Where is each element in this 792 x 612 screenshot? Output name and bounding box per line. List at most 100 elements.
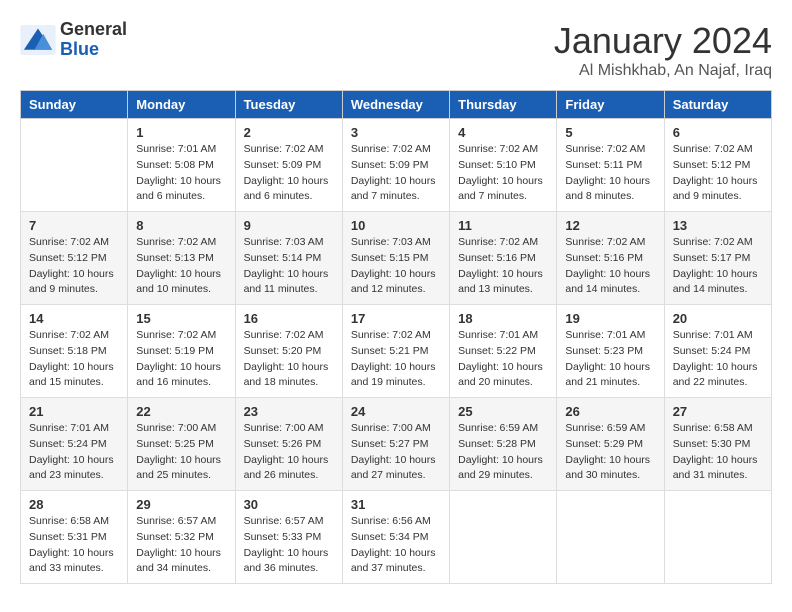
column-header-monday: Monday <box>128 91 235 119</box>
week-row-1: 1Sunrise: 7:01 AMSunset: 5:08 PMDaylight… <box>21 119 772 212</box>
day-cell: 26Sunrise: 6:59 AMSunset: 5:29 PMDayligh… <box>557 398 664 491</box>
day-number: 12 <box>565 218 655 233</box>
day-info: Sunrise: 7:02 AMSunset: 5:10 PMDaylight:… <box>458 142 548 205</box>
day-number: 14 <box>29 311 119 326</box>
day-number: 20 <box>673 311 763 326</box>
day-number: 16 <box>244 311 334 326</box>
day-number: 5 <box>565 125 655 140</box>
day-cell <box>21 119 128 212</box>
day-cell: 16Sunrise: 7:02 AMSunset: 5:20 PMDayligh… <box>235 305 342 398</box>
day-info: Sunrise: 6:59 AMSunset: 5:29 PMDaylight:… <box>565 421 655 484</box>
week-row-3: 14Sunrise: 7:02 AMSunset: 5:18 PMDayligh… <box>21 305 772 398</box>
week-row-5: 28Sunrise: 6:58 AMSunset: 5:31 PMDayligh… <box>21 491 772 584</box>
day-cell: 12 Sunrise: 7:02 AMSunset: 5:16 PMDayligh… <box>557 212 664 305</box>
day-info: Sunrise: 6:58 AMSunset: 5:31 PMDaylight:… <box>29 514 119 577</box>
day-cell: 14Sunrise: 7:02 AMSunset: 5:18 PMDayligh… <box>21 305 128 398</box>
day-cell: 18 Sunrise: 7:01 AMSunset: 5:22 PMDayligh… <box>450 305 557 398</box>
day-info: Sunrise: 6:59 AMSunset: 5:28 PMDaylight:… <box>458 421 548 484</box>
day-cell: 25 Sunrise: 6:59 AMSunset: 5:28 PMDayligh… <box>450 398 557 491</box>
day-cell: 29 Sunrise: 6:57 AMSunset: 5:32 PMDayligh… <box>128 491 235 584</box>
day-info: Sunrise: 7:00 AMSunset: 5:26 PMDaylight:… <box>244 421 334 484</box>
day-cell: 30Sunrise: 6:57 AMSunset: 5:33 PMDayligh… <box>235 491 342 584</box>
day-cell <box>557 491 664 584</box>
day-cell: 11 Sunrise: 7:02 AMSunset: 5:16 PMDayligh… <box>450 212 557 305</box>
column-header-tuesday: Tuesday <box>235 91 342 119</box>
day-cell: 19Sunrise: 7:01 AMSunset: 5:23 PMDayligh… <box>557 305 664 398</box>
day-number: 3 <box>351 125 441 140</box>
column-header-thursday: Thursday <box>450 91 557 119</box>
day-cell: 10 Sunrise: 7:03 AMSunset: 5:15 PMDayligh… <box>342 212 449 305</box>
day-cell: 27Sunrise: 6:58 AMSunset: 5:30 PMDayligh… <box>664 398 771 491</box>
day-cell: 6 Sunrise: 7:02 AMSunset: 5:12 PMDaylight… <box>664 119 771 212</box>
location-subtitle: Al Mishkhab, An Najaf, Iraq <box>554 62 772 80</box>
day-info: Sunrise: 7:00 AMSunset: 5:25 PMDaylight:… <box>136 421 226 484</box>
calendar-header-row: SundayMondayTuesdayWednesdayThursdayFrid… <box>21 91 772 119</box>
day-info: Sunrise: 6:56 AMSunset: 5:34 PMDaylight:… <box>351 514 441 577</box>
day-cell: 1Sunrise: 7:01 AMSunset: 5:08 PMDaylight… <box>128 119 235 212</box>
day-number: 31 <box>351 497 441 512</box>
day-cell: 17 Sunrise: 7:02 AMSunset: 5:21 PMDayligh… <box>342 305 449 398</box>
day-info: Sunrise: 6:57 AMSunset: 5:32 PMDaylight:… <box>136 514 226 577</box>
day-cell: 23 Sunrise: 7:00 AMSunset: 5:26 PMDayligh… <box>235 398 342 491</box>
day-info: Sunrise: 7:03 AMSunset: 5:15 PMDaylight:… <box>351 235 441 298</box>
day-cell: 20 Sunrise: 7:01 AMSunset: 5:24 PMDayligh… <box>664 305 771 398</box>
day-number: 22 <box>136 404 226 419</box>
day-number: 6 <box>673 125 763 140</box>
day-info: Sunrise: 7:01 AMSunset: 5:24 PMDaylight:… <box>29 421 119 484</box>
day-info: Sunrise: 7:02 AMSunset: 5:13 PMDaylight:… <box>136 235 226 298</box>
day-info: Sunrise: 7:03 AMSunset: 5:14 PMDaylight:… <box>244 235 334 298</box>
day-number: 7 <box>29 218 119 233</box>
day-number: 4 <box>458 125 548 140</box>
day-cell: 9 Sunrise: 7:03 AMSunset: 5:14 PMDaylight… <box>235 212 342 305</box>
day-info: Sunrise: 7:02 AMSunset: 5:17 PMDaylight:… <box>673 235 763 298</box>
day-number: 25 <box>458 404 548 419</box>
column-header-sunday: Sunday <box>21 91 128 119</box>
day-number: 29 <box>136 497 226 512</box>
day-info: Sunrise: 7:02 AMSunset: 5:12 PMDaylight:… <box>673 142 763 205</box>
day-number: 2 <box>244 125 334 140</box>
day-number: 15 <box>136 311 226 326</box>
day-number: 30 <box>244 497 334 512</box>
day-info: Sunrise: 7:02 AMSunset: 5:21 PMDaylight:… <box>351 328 441 391</box>
day-info: Sunrise: 7:02 AMSunset: 5:16 PMDaylight:… <box>565 235 655 298</box>
day-info: Sunrise: 7:01 AMSunset: 5:22 PMDaylight:… <box>458 328 548 391</box>
day-info: Sunrise: 7:02 AMSunset: 5:16 PMDaylight:… <box>458 235 548 298</box>
day-cell: 8 Sunrise: 7:02 AMSunset: 5:13 PMDaylight… <box>128 212 235 305</box>
logo-icon <box>20 25 56 55</box>
day-number: 9 <box>244 218 334 233</box>
day-number: 11 <box>458 218 548 233</box>
day-number: 21 <box>29 404 119 419</box>
day-cell: 3 Sunrise: 7:02 AMSunset: 5:09 PMDaylight… <box>342 119 449 212</box>
day-cell: 28Sunrise: 6:58 AMSunset: 5:31 PMDayligh… <box>21 491 128 584</box>
day-cell: 13 Sunrise: 7:02 AMSunset: 5:17 PMDayligh… <box>664 212 771 305</box>
calendar-table: SundayMondayTuesdayWednesdayThursdayFrid… <box>20 90 772 584</box>
day-cell: 24 Sunrise: 7:00 AMSunset: 5:27 PMDayligh… <box>342 398 449 491</box>
day-info: Sunrise: 7:02 AMSunset: 5:19 PMDaylight:… <box>136 328 226 391</box>
day-cell <box>450 491 557 584</box>
day-cell: 22 Sunrise: 7:00 AMSunset: 5:25 PMDayligh… <box>128 398 235 491</box>
column-header-saturday: Saturday <box>664 91 771 119</box>
day-number: 13 <box>673 218 763 233</box>
column-header-wednesday: Wednesday <box>342 91 449 119</box>
day-cell: 4 Sunrise: 7:02 AMSunset: 5:10 PMDaylight… <box>450 119 557 212</box>
day-cell <box>664 491 771 584</box>
column-header-friday: Friday <box>557 91 664 119</box>
day-number: 10 <box>351 218 441 233</box>
header: General Blue January 2024 Al Mishkhab, A… <box>20 20 772 80</box>
day-cell: 21 Sunrise: 7:01 AMSunset: 5:24 PMDayligh… <box>21 398 128 491</box>
day-info: Sunrise: 7:01 AMSunset: 5:24 PMDaylight:… <box>673 328 763 391</box>
day-number: 18 <box>458 311 548 326</box>
week-row-2: 7 Sunrise: 7:02 AMSunset: 5:12 PMDaylight… <box>21 212 772 305</box>
week-row-4: 21 Sunrise: 7:01 AMSunset: 5:24 PMDayligh… <box>21 398 772 491</box>
day-number: 23 <box>244 404 334 419</box>
day-cell: 31 Sunrise: 6:56 AMSunset: 5:34 PMDayligh… <box>342 491 449 584</box>
day-info: Sunrise: 7:02 AMSunset: 5:09 PMDaylight:… <box>351 142 441 205</box>
day-info: Sunrise: 7:02 AMSunset: 5:12 PMDaylight:… <box>29 235 119 298</box>
logo-text-blue: Blue <box>60 39 99 59</box>
day-info: Sunrise: 7:02 AMSunset: 5:11 PMDaylight:… <box>565 142 655 205</box>
day-cell: 2Sunrise: 7:02 AMSunset: 5:09 PMDaylight… <box>235 119 342 212</box>
day-number: 17 <box>351 311 441 326</box>
day-info: Sunrise: 7:00 AMSunset: 5:27 PMDaylight:… <box>351 421 441 484</box>
day-number: 8 <box>136 218 226 233</box>
day-number: 24 <box>351 404 441 419</box>
